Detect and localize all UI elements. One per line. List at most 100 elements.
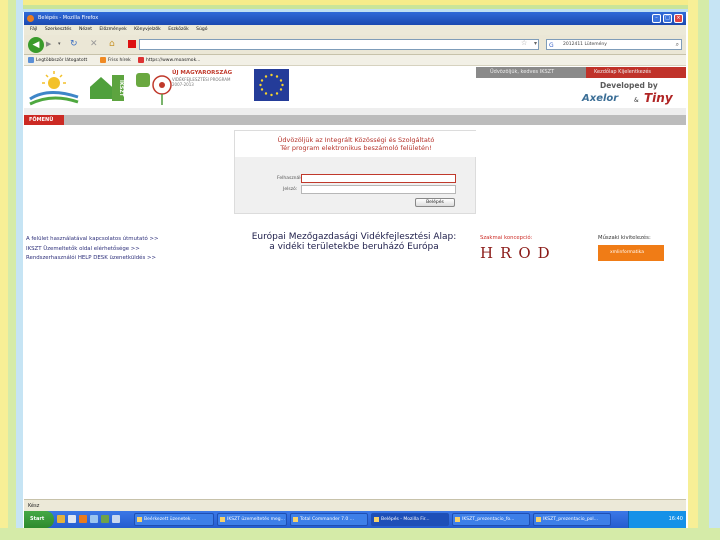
search-engine-icon[interactable]: G <box>549 41 554 50</box>
stop-icon[interactable]: ✕ <box>90 39 98 49</box>
iksz-logo: IKSZT <box>88 71 128 103</box>
search-box[interactable]: G 2012411 Lütemény ⌕ <box>546 39 682 50</box>
bookmarks-toolbar: Legtöbbször látogatott Friss hírek https… <box>24 55 686 66</box>
minimize-button[interactable]: – <box>652 14 661 23</box>
frame-stripe <box>709 0 720 540</box>
clock: 16:40 <box>668 516 683 522</box>
bookmark-site[interactable]: https://www.moasmok... <box>138 55 200 66</box>
operators-link[interactable]: IKSZT Üzemeltetők oldal elérhetősége >> <box>26 245 159 255</box>
quicklaunch-icon[interactable] <box>68 515 76 523</box>
helpdesk-link[interactable]: Rendszerhasználói HELP DESK üzenetküldés… <box>26 254 159 264</box>
frame-stripe <box>688 0 698 540</box>
developed-by-label: Developed by <box>600 81 658 90</box>
menu-tools[interactable]: Eszközök <box>168 25 188 35</box>
home-icon[interactable]: ⌂ <box>109 39 115 49</box>
umfv-line1: VIDÉKFEJLESZTÉSI PROGRAM <box>172 76 231 82</box>
bookmark-label: https://www.moasmok... <box>146 58 201 63</box>
go-dropdown-icon[interactable]: ▾ <box>534 40 537 47</box>
eu-fund-slogan: Európai Mezőgazdasági Vidékfejlesztési A… <box>234 232 474 252</box>
quicklaunch-icon[interactable] <box>79 515 87 523</box>
window-titlebar: Belépés - Mozilla Firefox – □ × <box>24 12 686 25</box>
frame-stripe <box>698 0 709 540</box>
password-label: Jelszó: <box>283 187 298 192</box>
site-favicon <box>128 40 136 48</box>
menu-help[interactable]: Súgó <box>196 25 207 35</box>
menu-bar: Fájl Szerkesztés Nézet Előzmények Könyvj… <box>24 25 686 35</box>
login-button[interactable]: Belépés <box>415 198 455 207</box>
login-panel: Üdvözöljük az Integrált Közösségi és Szo… <box>234 130 477 214</box>
search-icon[interactable]: ⌕ <box>676 40 679 49</box>
technical-label: Műszaki kivitelezés: <box>598 235 651 241</box>
header-divider <box>24 108 686 115</box>
bookmark-star-icon[interactable]: ☆ <box>521 39 527 47</box>
umfv-flower-logo <box>152 75 172 105</box>
maximize-button[interactable]: □ <box>663 14 672 23</box>
quicklaunch-icon[interactable] <box>57 515 65 523</box>
quicklaunch-icon[interactable] <box>90 515 98 523</box>
taskbar-item-presentation-2[interactable]: IKSZT_prezentacio_pol... <box>533 513 611 526</box>
bookmark-label: Legtöbbször látogatott <box>36 58 88 63</box>
concept-label: Szakmai koncepció: <box>480 235 533 241</box>
bookmark-most-visited[interactable]: Legtöbbször látogatott <box>28 55 87 66</box>
eu-slogan-line2: a vidéki területekbe beruházó Európa <box>269 242 439 252</box>
header-links[interactable]: Kezdőlap Kijelentkezés <box>586 67 686 78</box>
main-menu-tab[interactable]: FŐMENÜ <box>24 115 64 125</box>
login-heading-line2: Tér program elektronikus beszámoló felül… <box>280 144 432 152</box>
windows-taskbar: Start Beérkezett üzenetek ... IKSZT üzem… <box>24 511 686 528</box>
rss-icon <box>100 56 106 63</box>
help-links: A felület használatával kapcsolatos útmu… <box>26 235 159 264</box>
umfv-line2: 2007-2013 <box>172 82 194 87</box>
back-arrow-icon[interactable]: ◀ <box>28 37 44 53</box>
menu-history[interactable]: Előzmények <box>99 25 126 35</box>
rural-landscape-logo <box>29 71 79 106</box>
menu-file[interactable]: Fájl <box>30 25 37 35</box>
frame-stripe <box>16 0 23 540</box>
frame-stripe <box>0 0 8 540</box>
guide-link[interactable]: A felület használatával kapcsolatos útmu… <box>26 235 159 245</box>
history-dropdown-icon[interactable]: ▾ <box>58 41 61 47</box>
address-bar[interactable] <box>139 39 539 50</box>
username-field[interactable] <box>301 174 456 183</box>
close-button[interactable]: × <box>674 14 683 23</box>
bookmark-icon <box>138 56 144 63</box>
taskbar-item-mail[interactable]: Beérkezett üzenetek ... <box>134 513 214 526</box>
leaf-logo <box>136 73 150 87</box>
password-field[interactable] <box>301 185 456 194</box>
system-tray: 16:40 <box>628 511 686 528</box>
quicklaunch-icon[interactable] <box>112 515 120 523</box>
tiny-logo: Tiny <box>644 91 673 105</box>
eu-slogan-line1: Európai Mezőgazdasági Vidékfejlesztési A… <box>251 232 457 242</box>
welcome-text: Üdvözöljük, kedves IKSZT <box>490 69 555 75</box>
menu-view[interactable]: Nézet <box>79 25 92 35</box>
window-title: Belépés - Mozilla Firefox <box>38 15 99 21</box>
menu-strip-background <box>64 115 686 125</box>
taskbar-item-presentation-1[interactable]: IKSZT_prezentacio_fo... <box>452 513 530 526</box>
house-icon <box>90 77 112 99</box>
search-text: 2012411 Lütemény <box>563 42 607 47</box>
ampersand: & <box>634 97 639 104</box>
login-heading-line1: Üdvözöljük az Integrált Közösségi és Szo… <box>277 136 435 144</box>
bookmark-news[interactable]: Friss hírek <box>100 55 131 66</box>
menu-bookmarks[interactable]: Könyvjelzők <box>134 25 161 35</box>
navigation-toolbar: ◀ ▶ ▾ ↻ ✕ ⌂ ☆ ▾ G 2012411 Lütemény ⌕ <box>24 35 686 55</box>
frame-stripe <box>0 528 720 540</box>
menu-edit[interactable]: Szerkesztés <box>45 25 72 35</box>
quicklaunch-icon[interactable] <box>101 515 109 523</box>
hrod-logo: HROD <box>480 244 557 262</box>
eu-flag-icon <box>254 69 289 101</box>
firefox-icon <box>27 15 34 22</box>
web-page: IKSZT ÚJ MAGYARORSZÁG VIDÉKFEJLESZTÉSI P… <box>24 67 686 499</box>
status-bar: Kész <box>24 499 686 511</box>
start-button[interactable]: Start <box>24 511 54 528</box>
taskbar-item-total-commander[interactable]: Total Commander 7.0 ... <box>290 513 368 526</box>
taskbar-item-iksz[interactable]: IKSZT üzemeltetés meg... <box>217 513 287 526</box>
bookmark-label: Friss hírek <box>108 58 131 63</box>
screenshot: Belépés - Mozilla Firefox – □ × Fájl Sze… <box>24 12 686 528</box>
umfv-caption: ÚJ MAGYARORSZÁG VIDÉKFEJLESZTÉSI PROGRAM… <box>172 70 252 88</box>
forward-arrow-icon[interactable]: ▶ <box>46 40 51 48</box>
frame-stripe <box>8 0 16 540</box>
reload-icon[interactable]: ↻ <box>70 39 78 49</box>
taskbar-item-firefox[interactable]: Belépés - Mozilla Fir... <box>371 513 449 526</box>
bookmark-icon <box>28 56 34 63</box>
status-text: Kész <box>28 503 40 509</box>
